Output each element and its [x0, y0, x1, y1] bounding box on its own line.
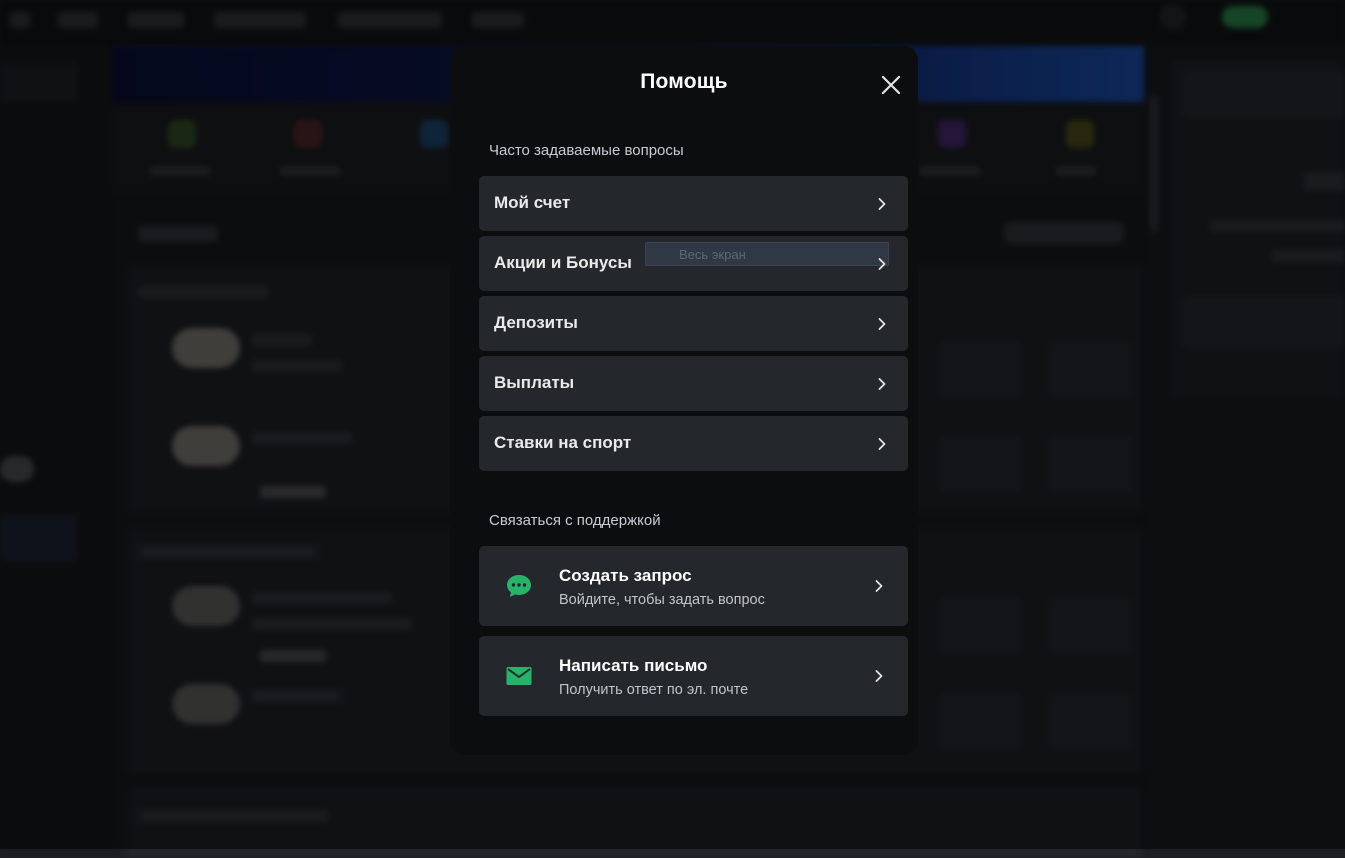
faq-item-withdrawals[interactable]: Выплаты	[479, 356, 908, 411]
write-email-button[interactable]: Написать письмо Получить ответ по эл. по…	[479, 636, 908, 716]
faq-item-label: Мой счет	[494, 193, 570, 213]
faq-item-account[interactable]: Мой счет	[479, 176, 908, 231]
chevron-right-icon	[877, 437, 887, 451]
faq-item-label: Акции и Бонусы	[494, 253, 632, 273]
faq-item-sports-betting[interactable]: Ставки на спорт	[479, 416, 908, 471]
faq-item-label: Выплаты	[494, 373, 574, 393]
chevron-right-icon	[877, 197, 887, 211]
chat-bubble-icon	[505, 573, 533, 599]
chevron-right-icon	[877, 377, 887, 391]
chevron-right-icon	[874, 669, 884, 683]
chevron-right-icon	[874, 579, 884, 593]
faq-item-promotions[interactable]: Акции и Бонусы Весь экран	[479, 236, 908, 291]
close-icon	[881, 75, 901, 95]
create-request-title: Создать запрос	[559, 566, 692, 586]
chevron-right-icon	[877, 257, 887, 271]
chevron-right-icon	[877, 317, 887, 331]
faq-item-label: Депозиты	[494, 313, 578, 333]
write-email-title: Написать письмо	[559, 656, 707, 676]
close-button[interactable]	[874, 68, 908, 102]
envelope-icon	[505, 663, 533, 689]
write-email-subtitle: Получить ответ по эл. почте	[559, 682, 748, 698]
faq-section-label: Часто задаваемые вопросы	[489, 142, 684, 159]
faq-item-deposits[interactable]: Депозиты	[479, 296, 908, 351]
create-request-subtitle: Войдите, чтобы задать вопрос	[559, 592, 765, 608]
fullscreen-tooltip: Весь экран	[645, 242, 889, 266]
create-request-button[interactable]: Создать запрос Войдите, чтобы задать воп…	[479, 546, 908, 626]
faq-item-label: Ставки на спорт	[494, 433, 631, 453]
help-modal: Помощь Часто задаваемые вопросы Мой счет…	[450, 46, 918, 755]
modal-title: Помощь	[450, 70, 918, 94]
support-section-label: Связаться с поддержкой	[489, 512, 661, 529]
